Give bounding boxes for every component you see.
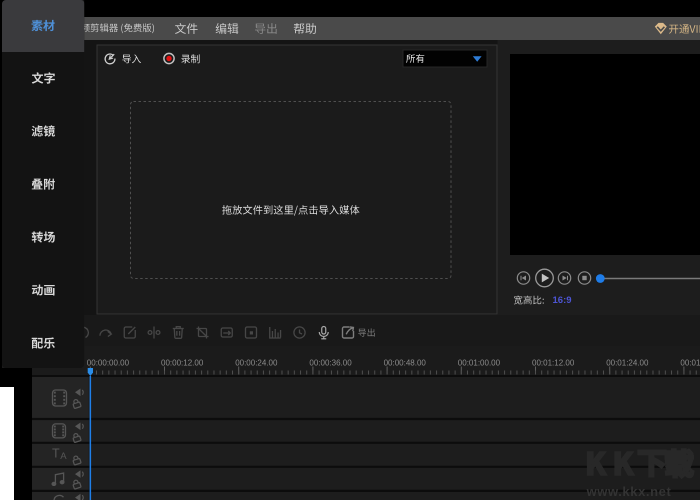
svg-text:00:00:00.00: 00:00:00.00 [87,358,130,367]
svg-text:00:00:36.00: 00:00:36.00 [309,358,352,367]
svg-text:A: A [60,451,67,462]
svg-text:00:01:24.00: 00:01:24.00 [606,358,649,367]
svg-text:00:01:36.00: 00:01:36.00 [680,358,700,367]
svg-text:00:01:00.00: 00:01:00.00 [458,358,501,367]
svg-text:T: T [52,447,60,461]
svg-text:00:00:24.00: 00:00:24.00 [235,358,278,367]
svg-text:00:00:12.00: 00:00:12.00 [161,358,204,367]
svg-text:16:9: 16:9 [553,295,572,306]
svg-text:www.kkx.net: www.kkx.net [586,484,672,499]
svg-text:00:00:48.00: 00:00:48.00 [384,358,427,367]
svg-text:00:01:12.00: 00:01:12.00 [532,358,575,367]
